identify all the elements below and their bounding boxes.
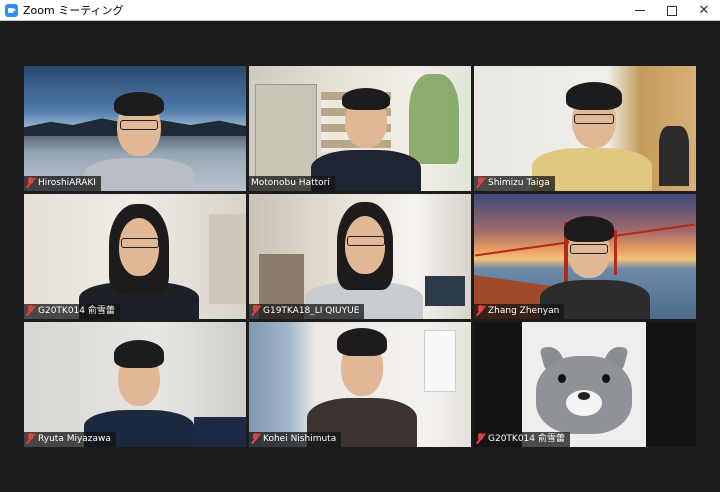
video-tile[interactable]: Kohei Nishimuta [249,322,471,447]
video-tile[interactable]: Shimizu Taiga [474,66,696,191]
participant-name-tag: HiroshiARAKI [24,176,101,191]
participant-name-tag: G20TK014 俞雪蕾 [474,432,570,447]
participant-name: Shimizu Taiga [488,178,550,188]
participant-name: G20TK014 俞雪蕾 [38,306,115,316]
mic-muted-icon [25,433,36,444]
mic-muted-icon [250,433,261,444]
video-tile[interactable]: G20TK014 俞雪蕾 [474,322,696,447]
video-tile[interactable]: Ryuta Miyazawa [24,322,246,447]
zoom-app-icon [5,4,18,17]
participant-name-tag: G19TKA18_LI QIUYUE [249,304,365,319]
mic-muted-icon [475,433,486,444]
participant-name-tag: Motonobu Hattori [249,176,335,191]
mic-muted-icon [475,177,486,188]
participant-name: G19TKA18_LI QIUYUE [263,306,360,316]
video-gallery: HiroshiARAKI Motonobu Hattori Shimizu Ta… [0,21,720,492]
video-tile[interactable]: G19TKA18_LI QIUYUE [249,194,471,319]
mic-muted-icon [25,177,36,188]
participant-name-tag: Shimizu Taiga [474,176,555,191]
participant-name: Zhang Zhenyan [488,306,560,316]
participant-name: HiroshiARAKI [38,178,96,188]
maximize-icon [667,6,677,16]
participant-name: Motonobu Hattori [251,178,330,188]
video-tile[interactable]: G20TK014 俞雪蕾 [24,194,246,319]
title-bar: Zoom ミーティング ✕ [0,0,720,21]
window-title: Zoom ミーティング [23,4,124,17]
participant-name-tag: Kohei Nishimuta [249,432,342,447]
mic-muted-icon [25,305,36,316]
video-tile[interactable]: HiroshiARAKI [24,66,246,191]
participant-name-tag: G20TK014 俞雪蕾 [24,304,120,319]
minimize-button[interactable] [624,0,656,21]
minimize-icon [635,10,645,11]
maximize-button[interactable] [656,0,688,21]
close-button[interactable]: ✕ [688,0,720,21]
participant-name: Ryuta Miyazawa [38,434,111,444]
video-tile[interactable]: Zhang Zhenyan [474,194,696,319]
participant-name-tag: Ryuta Miyazawa [24,432,116,447]
mic-muted-icon [250,305,261,316]
participant-name: Kohei Nishimuta [263,434,337,444]
video-tile-active-speaker[interactable]: Motonobu Hattori [249,66,471,191]
participant-name-tag: Zhang Zhenyan [474,304,565,319]
mic-muted-icon [475,305,486,316]
participant-name: G20TK014 俞雪蕾 [488,434,565,444]
